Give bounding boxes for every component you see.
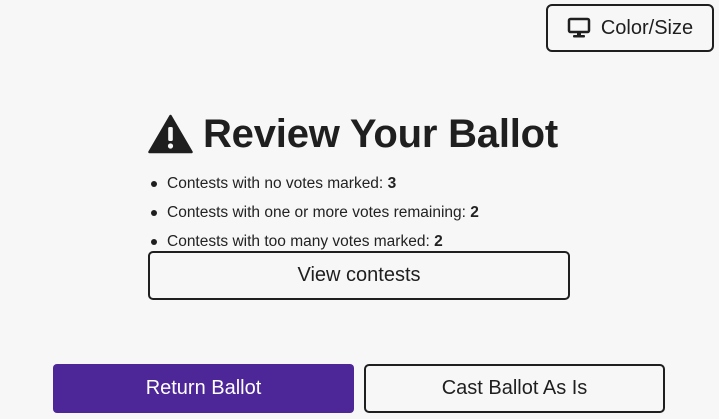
- review-ballot-screen: Color/Size Review Your Ballot Contests w…: [0, 0, 719, 419]
- summary-label: Contests with one or more votes remainin…: [167, 204, 466, 221]
- return-ballot-button[interactable]: Return Ballot: [53, 364, 354, 413]
- list-item: Contests with no votes marked: 3: [148, 169, 570, 198]
- summary-count: 2: [470, 204, 479, 221]
- view-contests-button[interactable]: View contests: [148, 251, 570, 300]
- page-title: Review Your Ballot: [203, 111, 559, 156]
- color-size-label: Color/Size: [600, 16, 694, 39]
- list-item: Contests with one or more votes remainin…: [148, 198, 570, 227]
- cast-ballot-button[interactable]: Cast Ballot As Is: [364, 364, 665, 413]
- summary-count: 3: [387, 175, 397, 192]
- color-size-button[interactable]: Color/Size: [546, 4, 714, 52]
- summary-label: Contests with no votes marked:: [167, 175, 384, 192]
- contest-summary-list: Contests with no votes marked: 3 Contest…: [148, 169, 570, 256]
- title-row: Review Your Ballot: [148, 108, 570, 160]
- monitor-icon: [567, 17, 591, 39]
- warning-icon: [148, 114, 193, 154]
- review-section: Review Your Ballot Contests with no vote…: [148, 108, 570, 256]
- summary-count: 2: [434, 233, 443, 250]
- summary-label: Contests with too many votes marked:: [167, 233, 430, 250]
